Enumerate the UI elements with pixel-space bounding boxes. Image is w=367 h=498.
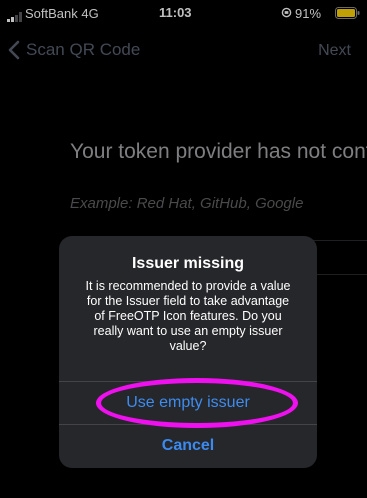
screen: SoftBank 4G 11:03 91% Scan QR Code Next … <box>0 0 367 498</box>
alert-message: It is recommended to provide a value for… <box>85 279 291 353</box>
issuer-missing-alert: Issuer missing It is recommended to prov… <box>59 236 317 468</box>
use-empty-issuer-button[interactable]: Use empty issuer <box>59 381 317 425</box>
cancel-button[interactable]: Cancel <box>59 424 317 468</box>
alert-title: Issuer missing <box>131 255 245 272</box>
